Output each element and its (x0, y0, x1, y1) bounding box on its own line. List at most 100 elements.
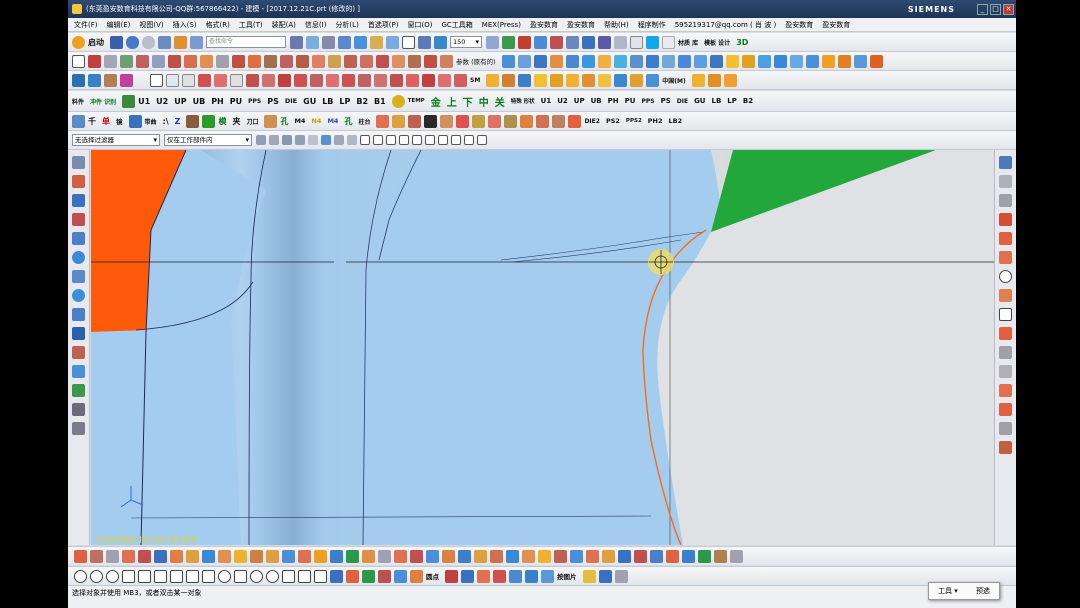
render-h-icon[interactable] (582, 569, 596, 583)
render-g-icon[interactable] (541, 569, 554, 583)
feature-p-icon[interactable] (741, 54, 755, 68)
copy-icon[interactable] (190, 35, 203, 49)
role-icon[interactable] (72, 365, 85, 378)
hd3d-icon[interactable] (72, 232, 85, 245)
line-o-icon[interactable] (298, 549, 311, 563)
snap-line-icon[interactable] (410, 569, 423, 583)
curve-h-icon[interactable] (280, 54, 293, 68)
snap-d-icon[interactable] (295, 135, 305, 145)
line-ai-icon[interactable] (618, 549, 631, 563)
line-ag-icon[interactable] (586, 549, 599, 563)
curve-c-icon[interactable] (200, 54, 213, 68)
web-browser-icon[interactable] (72, 251, 85, 264)
render-j-icon[interactable] (614, 569, 628, 583)
shade-icon[interactable] (338, 35, 351, 49)
modeling-b-icon[interactable] (214, 73, 227, 87)
snap-quadrant-icon[interactable] (106, 569, 119, 583)
curve-l-icon[interactable] (344, 54, 357, 68)
tool-lower[interactable]: 下 (463, 94, 473, 109)
tool-up[interactable]: UP (174, 97, 186, 106)
spline-icon[interactable] (152, 54, 165, 68)
feature-b-icon[interactable] (517, 54, 531, 68)
snap-arc-center-icon[interactable] (266, 569, 279, 583)
snap-control-icon[interactable] (154, 569, 167, 583)
snap-end-icon[interactable] (122, 569, 135, 583)
command-search-input[interactable]: 查找命令 (206, 36, 286, 48)
menu-custom-1[interactable]: 盈安数育 (530, 20, 558, 30)
view-icon[interactable] (386, 35, 399, 49)
tool-lb-b[interactable]: LB (712, 97, 722, 105)
polyline-icon[interactable] (999, 327, 1012, 340)
snap-g-icon[interactable] (334, 135, 344, 145)
curve-f-icon[interactable] (248, 54, 261, 68)
line-am-icon[interactable] (682, 549, 695, 563)
arc-icon[interactable] (136, 54, 149, 68)
line-ap-icon[interactable] (730, 549, 743, 563)
feature-l-icon[interactable] (677, 54, 691, 68)
tool-curve-band[interactable]: 带曲 (145, 117, 157, 126)
chart-icon[interactable] (166, 73, 179, 87)
modeling-p-icon[interactable] (438, 73, 451, 87)
punch-identify[interactable]: 冲件 识别 (90, 97, 116, 106)
modeling-a-icon[interactable] (198, 73, 211, 87)
assembly-n-icon[interactable] (723, 73, 737, 87)
tool-special-shape[interactable]: 特殊 形状 (511, 97, 535, 105)
snap-p-icon[interactable] (451, 135, 461, 145)
constraint-icon[interactable] (999, 441, 1012, 454)
menu-program[interactable]: 程序制作 (638, 20, 666, 30)
modeling-l-icon[interactable] (374, 73, 387, 87)
line-g-icon[interactable] (170, 549, 183, 563)
window-icon[interactable] (158, 35, 171, 49)
line-s-icon[interactable] (362, 549, 375, 563)
fillet-icon[interactable] (999, 289, 1012, 302)
plus-green-icon[interactable] (202, 114, 216, 128)
tool-n4[interactable]: N4 (311, 117, 321, 125)
settings-icon[interactable] (72, 114, 85, 128)
line-x-icon[interactable] (442, 549, 455, 563)
line-an-icon[interactable] (698, 549, 711, 563)
color-icon[interactable] (402, 35, 415, 49)
snap-h-icon[interactable] (347, 135, 357, 145)
tool-h-icon[interactable] (504, 114, 518, 128)
material-label[interactable]: 料件 (72, 97, 84, 106)
picture-label[interactable]: 按图片 (557, 571, 577, 581)
curve-a-icon[interactable] (74, 549, 87, 563)
line-ah-icon[interactable] (602, 549, 615, 563)
tool-g-icon[interactable] (488, 114, 502, 128)
menu-format[interactable]: 格式(R) (206, 20, 230, 30)
menu-custom-2[interactable]: 盈安数育 (567, 20, 595, 30)
manufacturing-wizard-icon[interactable] (72, 346, 85, 359)
line-e-icon[interactable] (138, 549, 151, 563)
modeling-m-icon[interactable] (390, 73, 403, 87)
snap-q-icon[interactable] (464, 135, 474, 145)
gear-icon[interactable] (104, 73, 117, 87)
curve-n-icon[interactable] (376, 54, 389, 68)
modeling-q-icon[interactable] (454, 73, 467, 87)
assembly-d-icon[interactable] (534, 73, 548, 87)
render-e-icon[interactable] (509, 569, 522, 583)
feature-j-icon[interactable] (645, 54, 659, 68)
blank-icon[interactable] (662, 35, 675, 49)
system-material-icon[interactable] (72, 308, 85, 321)
arrow-down-icon[interactable] (128, 114, 142, 128)
menu-info[interactable]: 信息(I) (305, 20, 327, 30)
maximize-button[interactable]: □ (990, 3, 1001, 15)
dataset-icon[interactable] (72, 422, 85, 435)
menu-edit[interactable]: 编辑(E) (107, 20, 131, 30)
graphics-viewport[interactable]: 东莞盈安数育 技术支持 盈安数育 (91, 150, 994, 545)
feature-c-icon[interactable] (533, 54, 547, 68)
line-b-icon[interactable] (90, 549, 103, 563)
axis-icon[interactable] (550, 35, 563, 49)
tool-e-icon[interactable] (456, 114, 470, 128)
line-aa-icon[interactable] (490, 549, 503, 563)
tool-lb2[interactable]: LB2 (669, 117, 683, 125)
menu-tools[interactable]: 工具(T) (239, 20, 263, 30)
line-ab-icon[interactable] (506, 549, 519, 563)
sketch-icon[interactable] (598, 35, 611, 49)
profile-icon[interactable] (88, 54, 101, 68)
tool-die2[interactable]: DIE2 (584, 118, 600, 125)
snap-f-icon[interactable] (321, 135, 331, 145)
feature-d-icon[interactable] (549, 54, 563, 68)
curve-b-icon[interactable] (184, 54, 197, 68)
assembly-g-icon[interactable] (582, 73, 596, 87)
